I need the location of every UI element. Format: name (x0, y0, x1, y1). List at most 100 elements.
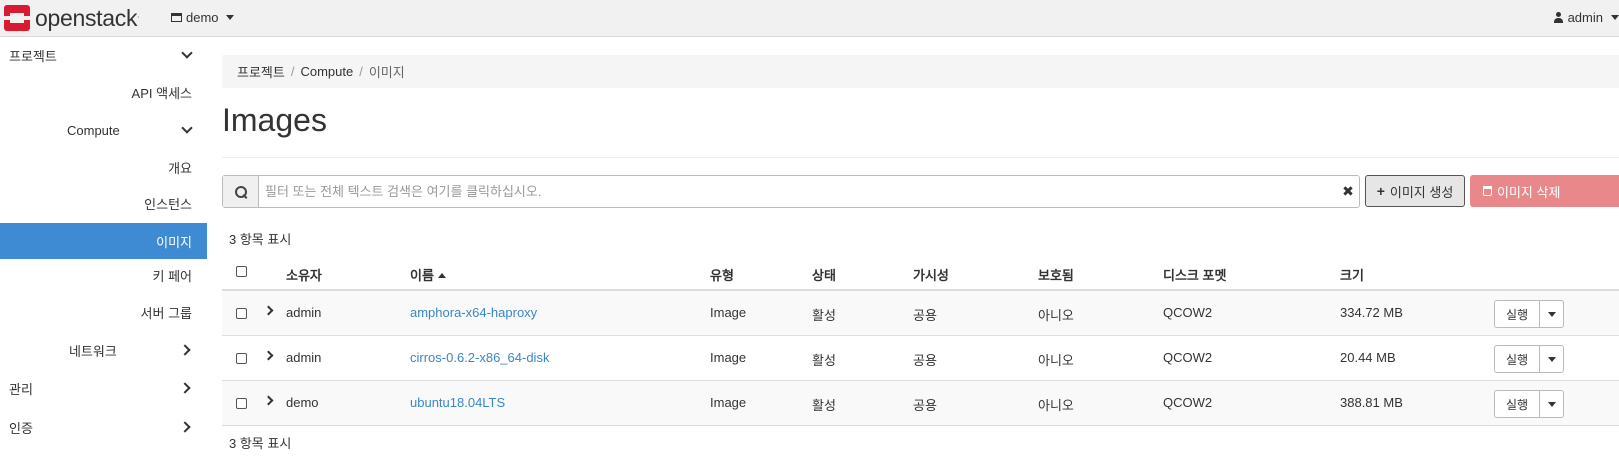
project-name: demo (186, 10, 219, 25)
cell-size: 388.81 MB (1340, 395, 1403, 410)
search-bar: ✖ (222, 175, 1360, 208)
caret-down-icon (225, 15, 234, 20)
create-image-label: 이미지 생성 (1389, 184, 1454, 200)
cell-visibility: 공용 (913, 398, 937, 413)
launch-button[interactable]: 실행 (1494, 300, 1540, 328)
row-action-group: 실행 (1494, 345, 1564, 373)
cell-owner: demo (286, 395, 319, 410)
user-name: admin (1567, 10, 1603, 25)
sidebar-item-label: API 액세스 (131, 85, 192, 101)
sidebar-item-server-groups[interactable]: 서버 그룹 (0, 294, 207, 330)
cell-name-link[interactable]: cirros-0.6.2-x86_64-disk (410, 350, 549, 365)
sidebar-item-key-pairs[interactable]: 키 페어 (0, 257, 207, 293)
cell-size: 334.72 MB (1340, 305, 1403, 320)
sidebar-item-label: 프로젝트 (9, 48, 57, 64)
sidebar-item-label: 서버 그룹 (140, 305, 192, 321)
action-dropdown-toggle[interactable] (1540, 345, 1564, 373)
column-header-status[interactable]: 상태 (812, 265, 836, 284)
sidebar-item-label: Compute (67, 122, 120, 138)
sidebar-item-label: 개요 (168, 160, 192, 176)
select-all-checkbox[interactable] (236, 266, 247, 277)
cell-protected: 아니오 (1038, 308, 1074, 323)
search-icon (234, 185, 247, 198)
cell-protected: 아니오 (1038, 398, 1074, 413)
cell-type: Image (710, 395, 747, 410)
table-row: admin cirros-0.6.2-x86_64-disk Image 활성 … (222, 336, 1619, 381)
caret-down-icon (1547, 401, 1556, 407)
column-header-visibility[interactable]: 가시성 (913, 265, 949, 284)
brand-name: openstack (35, 4, 138, 31)
chevron-right-icon[interactable] (263, 350, 274, 361)
openstack-logo-icon (4, 5, 30, 31)
sidebar-item-overview[interactable]: 개요 (0, 149, 207, 185)
sidebar-item-label: 인증 (9, 420, 33, 436)
search-button[interactable] (223, 176, 259, 207)
cell-status: 활성 (812, 353, 836, 368)
chevron-right-icon[interactable] (263, 305, 274, 316)
cell-disk-format: QCOW2 (1163, 395, 1213, 410)
sidebar-item-compute[interactable]: Compute (0, 112, 207, 148)
column-header-protected[interactable]: 보호됨 (1038, 265, 1074, 284)
column-header-owner[interactable]: 소유자 (286, 265, 322, 284)
cell-name-link[interactable]: amphora-x64-haproxy (410, 305, 537, 320)
table-row: admin amphora-x64-haproxy Image 활성 공용 아니… (222, 291, 1619, 336)
launch-button[interactable]: 실행 (1494, 345, 1540, 373)
cell-type: Image (710, 305, 747, 320)
sidebar-item-identity[interactable]: 인증 (0, 409, 207, 445)
user-menu[interactable]: admin (1553, 10, 1619, 25)
action-dropdown-toggle[interactable] (1540, 300, 1564, 328)
chevron-down-icon (181, 122, 193, 134)
sort-ascending-icon (437, 273, 446, 278)
sidebar-item-admin[interactable]: 관리 (0, 370, 207, 406)
clear-icon[interactable]: ✖ (1337, 176, 1359, 207)
cell-owner: admin (286, 350, 322, 365)
chevron-down-icon (181, 47, 193, 59)
table-row: demo ubuntu18.04LTS Image 활성 공용 아니오 QCOW… (222, 381, 1619, 426)
row-checkbox[interactable] (236, 353, 247, 364)
row-checkbox[interactable] (236, 308, 247, 319)
sidebar-item-project[interactable]: 프로젝트 (0, 37, 207, 73)
openstack-logo[interactable]: openstack. (4, 5, 139, 31)
breadcrumb-item-project[interactable]: 프로젝트 (237, 62, 285, 81)
cell-type: Image (710, 350, 747, 365)
chevron-right-icon (179, 344, 191, 356)
sidebar-item-label: 네트워크 (69, 343, 117, 359)
table-header: 소유자 이름 유형 상태 가시성 보호됨 디스크 포멧 크기 (222, 254, 1619, 291)
breadcrumb-item-images: 이미지 (368, 65, 405, 80)
column-header-type[interactable]: 유형 (710, 265, 734, 284)
breadcrumb-item-compute[interactable]: Compute (300, 64, 353, 79)
sidebar-item-instances[interactable]: 인스턴스 (0, 185, 207, 221)
sidebar-item-label: 관리 (9, 381, 33, 397)
action-dropdown-toggle[interactable] (1540, 390, 1564, 418)
create-image-button[interactable]: + 이미지 생성 (1365, 175, 1465, 207)
user-icon (1553, 12, 1563, 23)
item-count-top: 3 항목 표시 (229, 232, 292, 247)
breadcrumb: 프로젝트 / Compute / 이미지 (222, 55, 1619, 88)
caret-down-icon (1547, 356, 1556, 362)
delete-images-button[interactable]: 이미지 삭제 (1470, 175, 1619, 207)
cell-protected: 아니오 (1038, 353, 1074, 368)
breadcrumb-separator: / (290, 64, 295, 79)
item-count-bottom: 3 항목 표시 (229, 436, 292, 451)
launch-button[interactable]: 실행 (1494, 390, 1540, 418)
cell-status: 활성 (812, 398, 836, 413)
breadcrumb-separator: / (359, 64, 363, 79)
chevron-right-icon[interactable] (263, 395, 274, 406)
trash-icon (1483, 186, 1492, 196)
cell-status: 활성 (812, 308, 836, 323)
column-header-name[interactable]: 이름 (410, 265, 446, 284)
project-switcher[interactable]: demo (171, 10, 234, 25)
search-input[interactable] (259, 176, 1337, 207)
sidebar-item-images[interactable]: 이미지 (0, 223, 207, 259)
cell-name-link[interactable]: ubuntu18.04LTS (410, 395, 505, 410)
column-header-size[interactable]: 크기 (1340, 265, 1364, 284)
sidebar-item-network[interactable]: 네트워크 (0, 332, 207, 368)
row-checkbox[interactable] (236, 398, 247, 409)
sidebar-item-label: 키 페어 (152, 268, 193, 284)
plus-icon: + (1376, 183, 1385, 199)
sidebar-item-api-access[interactable]: API 액세스 (0, 74, 207, 110)
caret-down-icon (1547, 311, 1556, 317)
cell-disk-format: QCOW2 (1163, 305, 1213, 320)
column-header-disk-format[interactable]: 디스크 포멧 (1163, 265, 1226, 284)
page-title: Images (222, 102, 327, 138)
